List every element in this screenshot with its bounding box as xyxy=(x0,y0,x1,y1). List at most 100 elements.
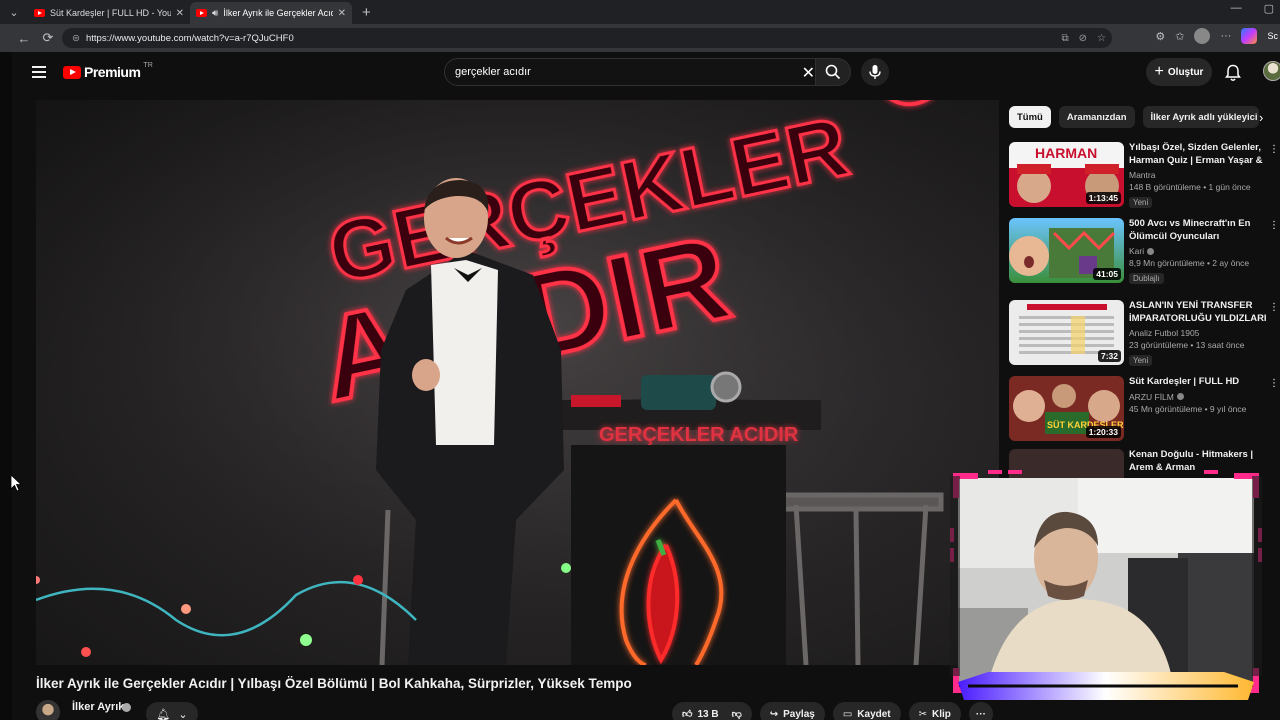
bell-icon: 🔔︎ xyxy=(156,708,171,720)
recommendation-title[interactable]: Yılbaşı Özel, Sizden Gelenler, Harman Qu… xyxy=(1129,142,1269,167)
chip-uploader[interactable]: İlker Ayrık adlı yükleyici xyxy=(1142,106,1259,128)
save-label: Kaydet xyxy=(857,708,891,720)
recommendation-info: Süt Kardeşler | FULL HD ARZU FİLM 45 Mn … xyxy=(1129,376,1269,414)
recommendation-meta: 148 B görüntüleme • 1 gün önce xyxy=(1129,182,1251,192)
verified-badge-icon xyxy=(1176,393,1184,400)
reload-icon[interactable]: ⟳ xyxy=(36,30,60,46)
chip-all[interactable]: Tümü xyxy=(1009,106,1051,128)
scissors-icon: ✂ xyxy=(918,708,928,720)
browser-extension-icons: ⚙ ✩ ··· Sc xyxy=(1155,28,1280,44)
share-label: Paylaş xyxy=(783,708,815,720)
recommendation-channel[interactable]: Kari xyxy=(1129,246,1269,256)
podium-text: GERÇEKLER ACIDIR xyxy=(599,424,799,446)
recommendation-title[interactable]: 500 Avcı vs Minecraft'ın En Ölümcül Oyun… xyxy=(1129,218,1269,243)
favorite-star-icon[interactable]: ☆ xyxy=(1097,33,1106,44)
tab-search-chevron-icon[interactable]: ⌄ xyxy=(0,0,28,24)
left-edge xyxy=(0,52,12,720)
bookmark-icon: ▭ xyxy=(842,708,853,720)
new-tab-button[interactable]: + xyxy=(362,4,371,21)
clip-button[interactable]: ✂ Klip xyxy=(908,702,961,720)
share-button[interactable]: ↪ Paylaş xyxy=(759,702,825,720)
video-thumbnail[interactable]: 41:05 xyxy=(1009,218,1124,283)
recommendation-title[interactable]: Süt Kardeşler | FULL HD xyxy=(1129,376,1269,389)
more-vertical-icon[interactable]: ⋮ xyxy=(1269,302,1279,313)
audio-playing-icon[interactable]: 🔊︎ xyxy=(212,8,218,19)
tab-close-icon[interactable]: ✕ xyxy=(176,8,184,19)
create-button[interactable]: + Oluştur xyxy=(1146,58,1212,86)
back-arrow-icon[interactable]: ← xyxy=(12,31,36,46)
tab-close-icon[interactable]: ✕ xyxy=(338,8,346,19)
browser-tab-active[interactable]: 🔊︎ İlker Ayrık ile Gerçekler Acıdır ✕ xyxy=(190,2,352,24)
verified-badge-icon xyxy=(122,703,131,712)
copilot-label: Sc xyxy=(1267,31,1278,41)
recommendation-channel[interactable]: Mantra xyxy=(1129,170,1269,180)
like-button[interactable]: 👍︎ 13 B 👎︎ xyxy=(672,702,752,720)
favorites-icon[interactable]: ✩ xyxy=(1175,30,1184,43)
thumb-text: HARMAN xyxy=(1035,145,1097,161)
copilot-icon[interactable] xyxy=(1241,28,1258,44)
browser-toolbar: ← ⟳ ⊜ https://www.youtube.com/watch?v=a-… xyxy=(0,24,1280,52)
list-item[interactable]: 7:32 ASLAN'IN YENİ TRANSFER İMPARATORLUĞ… xyxy=(1009,300,1279,372)
recommendation-title[interactable]: ASLAN'IN YENİ TRANSFER İMPARATORLUĞU YIL… xyxy=(1129,300,1269,325)
subscription-bell-button[interactable]: 🔔︎ ⌄ xyxy=(146,702,198,720)
more-vertical-icon[interactable]: ⋮ xyxy=(1269,220,1279,231)
recommendation-channel[interactable]: Analiz Futbol 1905 xyxy=(1129,328,1269,338)
recommendation-meta: 45 Mn görüntüleme • 9 yıl önce xyxy=(1129,403,1247,414)
site-info-icon[interactable]: ⊜ xyxy=(72,33,80,44)
duration-badge: 41:05 xyxy=(1093,268,1121,280)
maximize-button[interactable]: ▢ xyxy=(1264,2,1274,15)
channel-avatar[interactable] xyxy=(36,700,60,720)
youtube-premium-logo[interactable]: Premium TR xyxy=(63,61,153,80)
microphone-icon xyxy=(869,65,881,79)
recommendation-channel[interactable]: ARZU FİLM xyxy=(1129,392,1269,402)
logo-text: Premium xyxy=(84,64,141,80)
minimize-button[interactable]: — xyxy=(1231,2,1242,15)
search-input[interactable]: gerçekler acıdır ✕ xyxy=(444,58,822,86)
chip-from-search[interactable]: Aramanızdan xyxy=(1058,106,1135,128)
dislike-icon[interactable]: 👎︎ xyxy=(732,708,742,720)
chevron-down-icon: ⌄ xyxy=(178,708,188,720)
account-avatar[interactable] xyxy=(1263,61,1280,81)
recommendation-info: Yılbaşı Özel, Sizden Gelenler, Harman Qu… xyxy=(1129,142,1269,210)
browser-tab-strip: ⌄ Süt Kardeşler | FULL HD - YouTube ✕ 🔊︎… xyxy=(0,0,1280,24)
video-thumbnail[interactable]: HARMAN 1:13:45 xyxy=(1009,142,1124,207)
profile-avatar[interactable] xyxy=(1194,28,1211,44)
more-vertical-icon[interactable]: ⋮ xyxy=(1269,144,1279,155)
video-title: İlker Ayrık ile Gerçekler Acıdır | Yılba… xyxy=(36,676,632,691)
mouse-cursor-icon xyxy=(11,475,21,491)
search-button[interactable] xyxy=(815,58,851,86)
recommendation-meta: 8,9 Mn görüntüleme • 2 ay önce xyxy=(1129,258,1250,268)
address-bar[interactable]: ⊜ https://www.youtube.com/watch?v=a-r7QJ… xyxy=(62,28,1112,48)
video-thumbnail[interactable]: 7:32 xyxy=(1009,300,1124,365)
video-thumbnail[interactable]: SÜT KARDEŞLER 1:20:33 xyxy=(1009,376,1124,441)
extension-puzzle-icon[interactable]: ⚙ xyxy=(1155,30,1165,43)
logo-region: TR xyxy=(143,61,153,69)
search-query: gerçekler acıdır xyxy=(455,66,531,78)
more-actions-button[interactable]: ··· xyxy=(968,702,993,720)
voice-search-button[interactable] xyxy=(861,58,889,86)
install-app-icon[interactable]: ⧉ xyxy=(1062,33,1069,44)
create-label: Oluştur xyxy=(1167,66,1204,78)
video-actions: 👍︎ 13 B 👎︎ ↪ Paylaş ▭ Kaydet ✂ Klip ··· xyxy=(672,702,993,720)
recommendation-info: 500 Avcı vs Minecraft'ın En Ölümcül Oyun… xyxy=(1129,218,1269,286)
filter-chips: Tümü Aramanızdan İlker Ayrık adlı yükley… xyxy=(1009,106,1259,128)
video-player[interactable]: GERÇEKLER ACIDIR GERÇEKLER ACIDIR xyxy=(36,100,999,665)
channel-name[interactable]: İlker Ayrık xyxy=(72,701,124,713)
chevron-right-icon[interactable]: › xyxy=(1259,110,1263,125)
channel-row: İlker Ayrık 🔔︎ ⌄ 👍︎ 13 B 👎︎ ↪ Paylaş ▭ K… xyxy=(36,698,996,720)
menu-hamburger-icon[interactable] xyxy=(32,66,46,78)
list-item[interactable]: 41:05 500 Avcı vs Minecraft'ın En Ölümcü… xyxy=(1009,218,1279,290)
streamer-webcam-overlay xyxy=(948,468,1264,702)
plus-icon: + xyxy=(1154,63,1164,80)
tracking-prevention-icon[interactable]: ⊘ xyxy=(1079,33,1087,44)
clear-search-icon[interactable]: ✕ xyxy=(802,63,815,83)
browser-tab[interactable]: Süt Kardeşler | FULL HD - YouTube ✕ xyxy=(28,2,190,24)
new-badge: Yeni xyxy=(1129,197,1153,208)
notifications-bell-icon[interactable] xyxy=(1225,64,1241,87)
list-item[interactable]: HARMAN 1:13:45 Yılbaşı Özel, Sizden Gele… xyxy=(1009,142,1279,214)
save-button[interactable]: ▭ Kaydet xyxy=(832,702,901,720)
more-options-icon[interactable]: ··· xyxy=(1220,30,1231,42)
address-bar-icons: ⧉ ⊘ ☆ xyxy=(1062,33,1107,44)
more-vertical-icon[interactable]: ⋮ xyxy=(1269,378,1279,389)
list-item[interactable]: SÜT KARDEŞLER 1:20:33 Süt Kardeşler | FU… xyxy=(1009,376,1279,448)
